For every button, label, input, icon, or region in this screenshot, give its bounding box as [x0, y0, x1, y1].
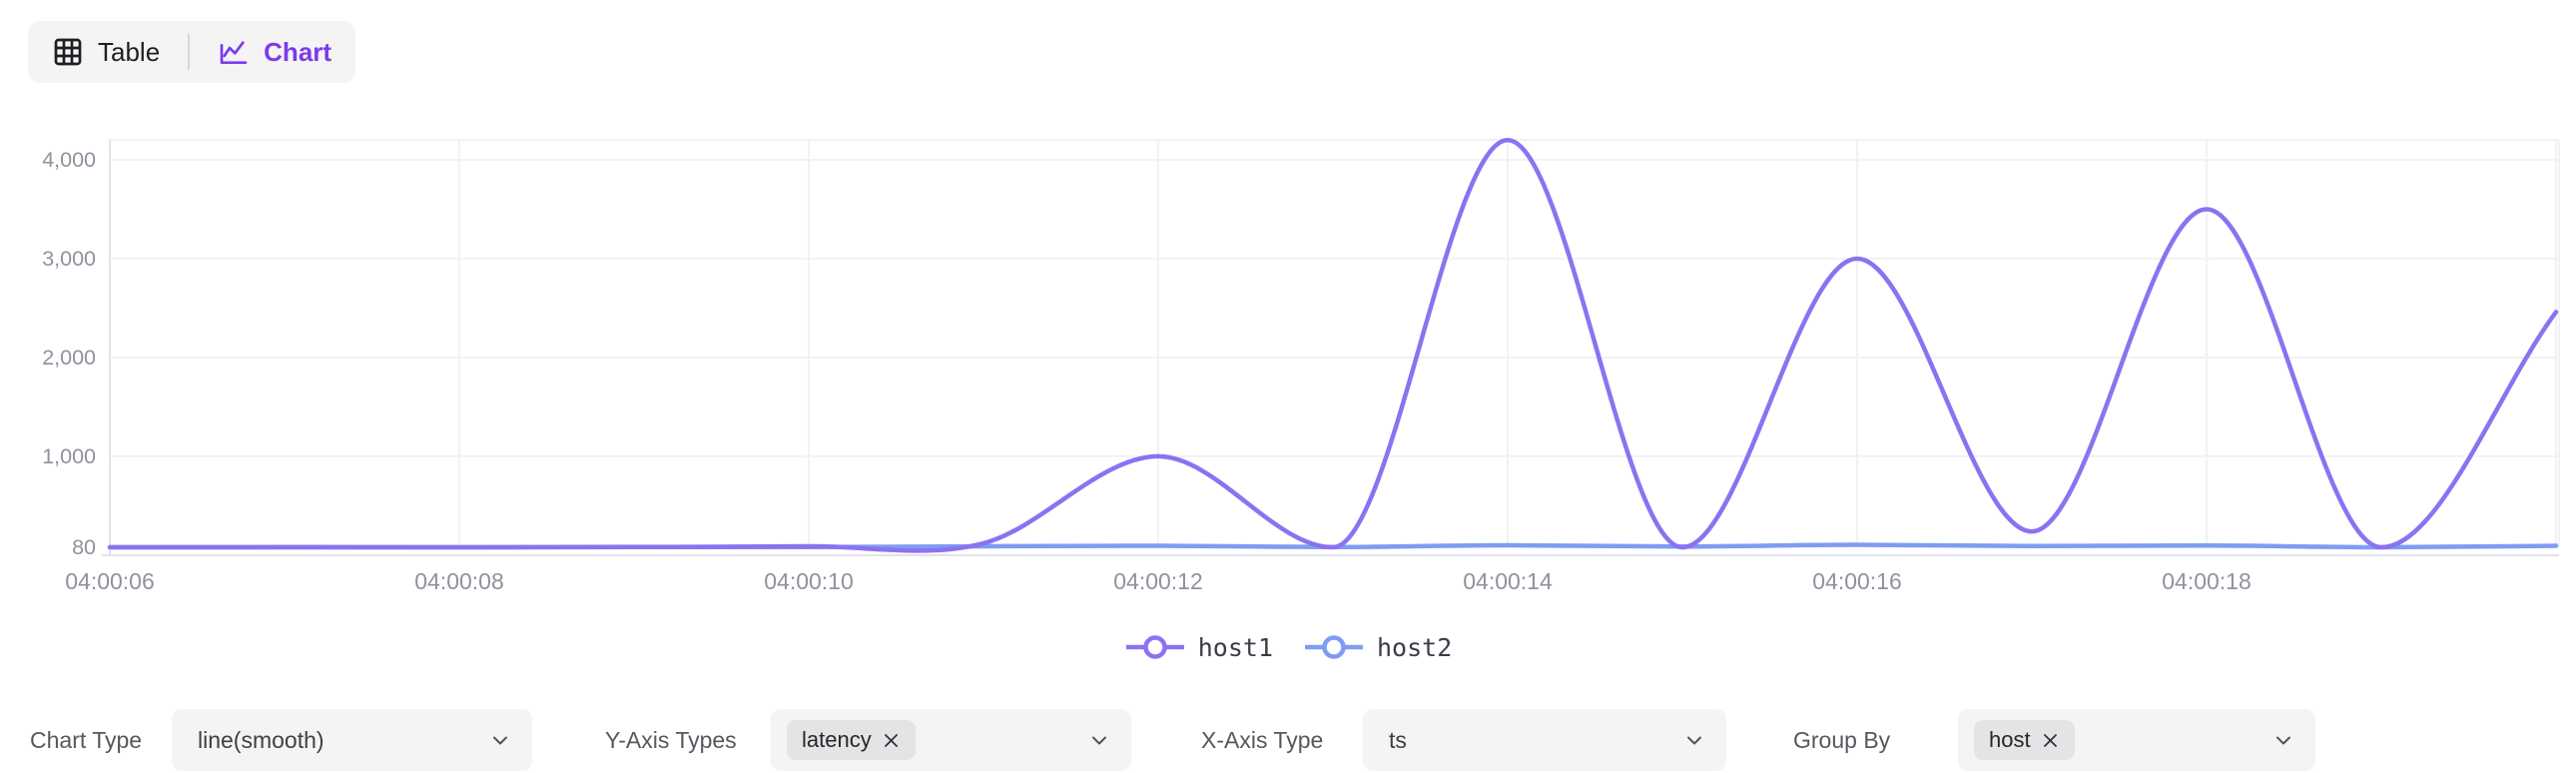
- remove-latency-icon[interactable]: [882, 731, 901, 750]
- svg-text:04:00:14: 04:00:14: [1463, 568, 1553, 594]
- svg-text:3,000: 3,000: [42, 247, 96, 271]
- grid-lines: [110, 140, 2559, 547]
- series-line-host1: [110, 140, 2556, 550]
- legend-marker-host2: [1303, 633, 1365, 661]
- svg-text:04:00:10: 04:00:10: [764, 568, 854, 594]
- chart-type-value: line(smooth): [198, 727, 324, 754]
- chevron-down-icon: [1682, 728, 1706, 752]
- y-axis-chip-latency-label: latency: [802, 727, 872, 753]
- chart-type-select[interactable]: line(smooth): [172, 709, 532, 771]
- group-by-chip-host: host: [1974, 720, 2075, 760]
- x-axis-type-value: ts: [1389, 727, 1407, 754]
- legend-item-host2[interactable]: host2: [1303, 633, 1452, 662]
- y-axis-types-select[interactable]: latency: [771, 709, 1131, 771]
- chart-type-label: Chart Type: [30, 709, 142, 771]
- legend-label-host1: host1: [1198, 633, 1273, 662]
- chart-legend: host1 host2: [0, 621, 2576, 673]
- svg-text:04:00:08: 04:00:08: [414, 568, 504, 594]
- svg-text:2,000: 2,000: [42, 346, 96, 370]
- line-chart[interactable]: 1,0002,0003,0004,0008004:00:0604:00:0804…: [0, 0, 2576, 614]
- svg-text:04:00:16: 04:00:16: [1812, 568, 1902, 594]
- group-by-chip-host-label: host: [1989, 727, 2031, 753]
- group-by-label: Group By: [1793, 709, 1890, 771]
- svg-text:4,000: 4,000: [42, 148, 96, 172]
- x-axis-type-select[interactable]: ts: [1363, 709, 1726, 771]
- axes: [102, 140, 2559, 555]
- x-axis-type-label: X-Axis Type: [1201, 709, 1323, 771]
- legend-label-host2: host2: [1377, 633, 1452, 662]
- chevron-down-icon: [488, 728, 512, 752]
- y-axis-types-label: Y-Axis Types: [605, 709, 737, 771]
- x-axis-labels: 04:00:06 04:00:08 04:00:10 04:00:12 04:00:14…: [65, 568, 2252, 594]
- legend-item-host1[interactable]: host1: [1124, 633, 1273, 662]
- chevron-down-icon: [1087, 728, 1111, 752]
- svg-text:04:00:12: 04:00:12: [1113, 568, 1203, 594]
- svg-text:1,000: 1,000: [42, 444, 96, 468]
- legend-marker-host1: [1124, 633, 1186, 661]
- svg-text:80: 80: [72, 535, 96, 559]
- svg-text:04:00:06: 04:00:06: [65, 568, 155, 594]
- svg-text:04:00:18: 04:00:18: [2162, 568, 2252, 594]
- remove-host-icon[interactable]: [2041, 731, 2060, 750]
- group-by-select[interactable]: host: [1958, 709, 2315, 771]
- chevron-down-icon: [2271, 728, 2295, 752]
- y-axis-labels: 1,000 2,000 3,000 4,000 80: [42, 148, 96, 559]
- y-axis-chip-latency: latency: [787, 720, 916, 760]
